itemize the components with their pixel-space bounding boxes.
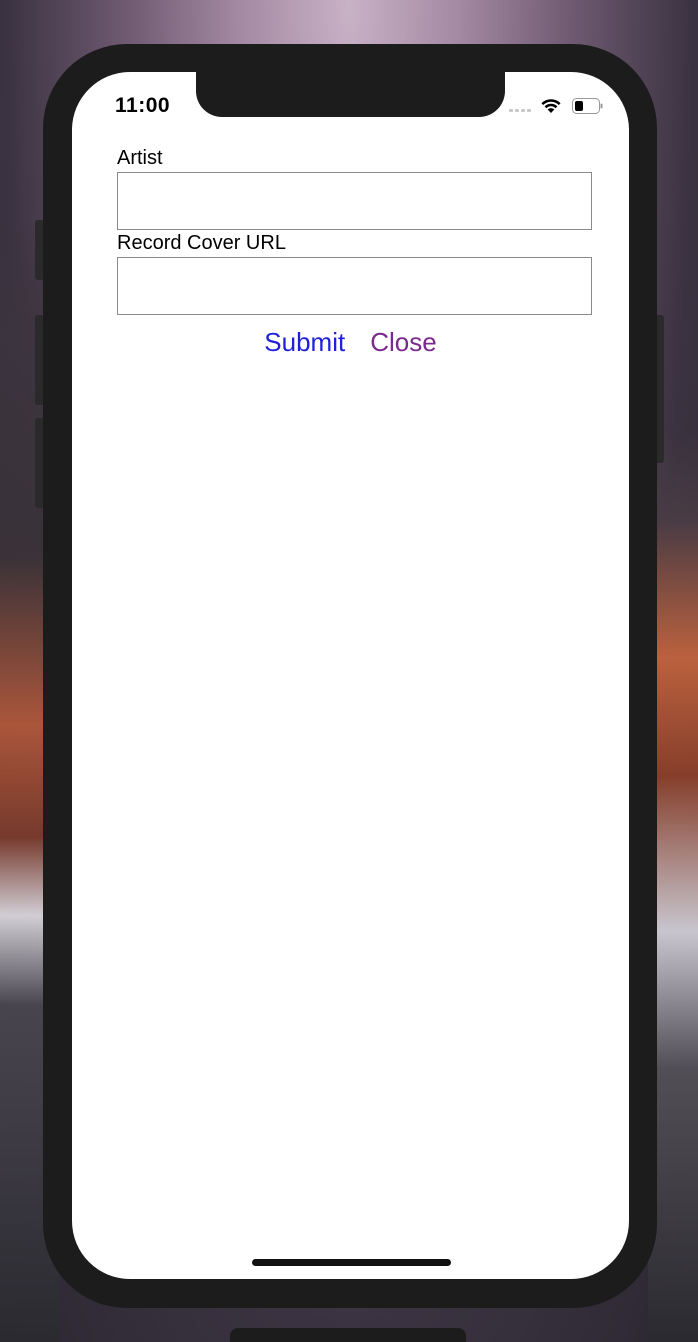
device-frame: 11:00 Artist Record Cover URL Submit Clo… [43,44,657,1308]
record-cover-url-label: Record Cover URL [117,232,286,254]
submit-button[interactable]: Submit [264,327,345,358]
form-actions: Submit Close [72,327,629,358]
dock-edge [230,1328,466,1342]
cellular-signal-icon [509,109,535,113]
artist-label: Artist [117,147,163,169]
record-cover-url-input[interactable] [117,257,592,315]
artist-input[interactable] [117,172,592,230]
battery-icon [572,98,603,114]
notch [196,72,505,117]
status-time: 11:00 [115,94,171,117]
wifi-icon [541,99,561,113]
home-indicator[interactable] [252,1259,451,1266]
close-button[interactable]: Close [370,327,436,358]
screen: 11:00 Artist Record Cover URL Submit Clo… [72,72,629,1279]
